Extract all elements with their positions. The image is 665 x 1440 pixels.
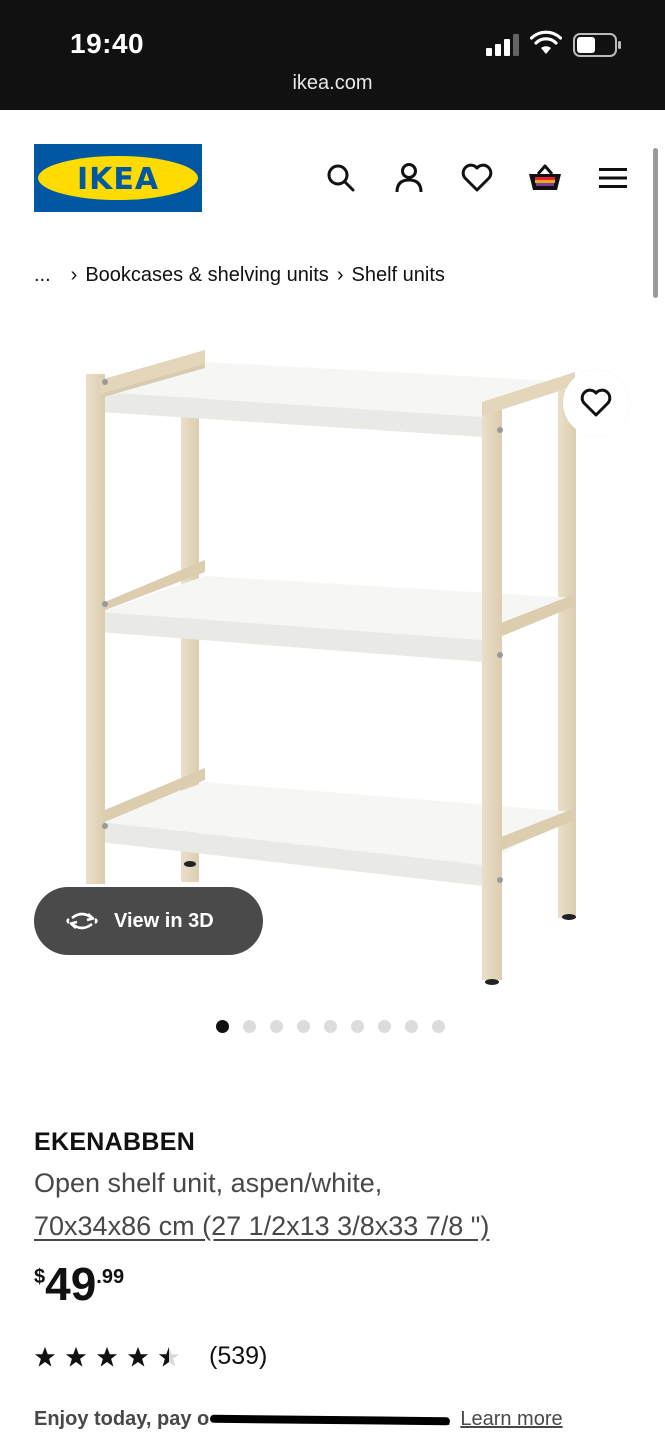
ikea-logo[interactable]: IKEA — [34, 144, 202, 212]
product-price: $ 49 .99 — [34, 1258, 124, 1310]
chevron-right-icon: › — [70, 264, 78, 286]
signal-icon — [486, 34, 520, 56]
star-icon — [65, 1346, 87, 1367]
product-dimensions-link[interactable]: 70x34x86 cm (27 1/2x13 3/8x33 7/8 ") — [34, 1211, 489, 1242]
star-icon — [127, 1346, 149, 1367]
carousel-dot[interactable] — [297, 1020, 310, 1033]
breadcrumb-ellipsis[interactable]: ... — [34, 264, 51, 287]
wifi-icon — [530, 30, 562, 54]
logo-text: IKEA — [76, 162, 160, 197]
half-star-icon — [158, 1346, 180, 1367]
carousel-dot[interactable] — [432, 1020, 445, 1033]
cart-icon[interactable] — [525, 158, 565, 198]
carousel-dot[interactable] — [216, 1020, 229, 1033]
chevron-right-icon: › — [336, 264, 344, 286]
breadcrumb-item-shelf-units[interactable]: Shelf units — [351, 264, 444, 287]
status-bar: 19:40 ikea.com — [0, 0, 665, 110]
save-favourite-button[interactable] — [563, 370, 629, 436]
product-rating[interactable]: (539) — [34, 1342, 267, 1371]
page-scrollbar[interactable] — [653, 148, 658, 298]
carousel-dot[interactable] — [405, 1020, 418, 1033]
breadcrumb-item-bookcases[interactable]: Bookcases & shelving units — [85, 264, 328, 287]
star-icon — [34, 1346, 56, 1367]
product-description: Open shelf unit, aspen/white, — [34, 1168, 383, 1198]
breadcrumb: ... › Bookcases & shelving units › Shelf… — [34, 264, 445, 287]
rating-stars — [34, 1346, 189, 1368]
status-time: 19:40 — [70, 28, 145, 59]
carousel-dot[interactable] — [270, 1020, 283, 1033]
battery-icon — [573, 33, 621, 57]
rating-count: (539) — [209, 1342, 268, 1370]
menu-icon[interactable] — [593, 158, 633, 198]
afterpay-text: Enjoy today, pay o — [34, 1408, 210, 1430]
url-bar[interactable]: ikea.com — [0, 72, 665, 95]
carousel-dot[interactable] — [324, 1020, 337, 1033]
price-decimal: .99 — [96, 1266, 125, 1288]
carousel-dots — [216, 1020, 459, 1033]
account-icon[interactable] — [389, 158, 429, 198]
heart-icon[interactable] — [457, 158, 497, 198]
heart-icon — [580, 388, 612, 417]
carousel-dot[interactable] — [351, 1020, 364, 1033]
price-integer: 49 — [45, 1258, 97, 1310]
afterpay-learn-more-link[interactable]: Learn more — [460, 1408, 562, 1430]
view-in-3d-label: View in 3D — [114, 909, 214, 932]
search-icon[interactable] — [321, 158, 361, 198]
view-in-3d-button[interactable]: View in 3D — [34, 887, 263, 955]
rotate-3d-icon — [66, 912, 98, 930]
price-currency: $ — [34, 1266, 46, 1288]
carousel-dot[interactable] — [243, 1020, 256, 1033]
star-icon — [96, 1346, 118, 1367]
carousel-dot[interactable] — [378, 1020, 391, 1033]
product-name: EKENABBEN — [34, 1128, 196, 1156]
